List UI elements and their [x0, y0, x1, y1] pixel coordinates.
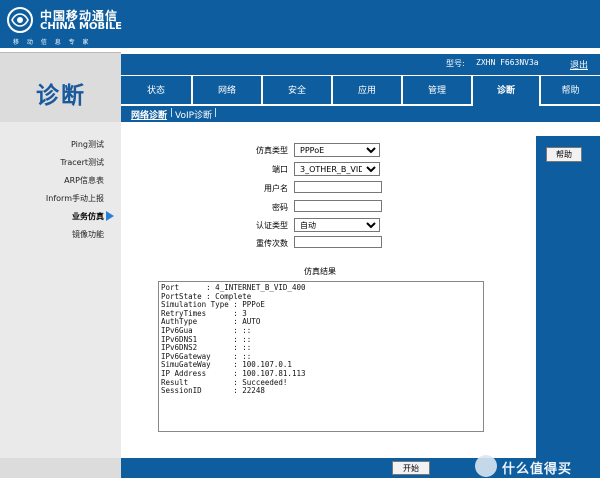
- tab-help[interactable]: 帮助: [541, 76, 600, 104]
- simulation-type-select[interactable]: PPPoE: [294, 143, 380, 157]
- port-label: 端口: [272, 165, 288, 174]
- sidebar-item-mirror[interactable]: 镜像功能: [0, 229, 121, 240]
- model-value: ZXHN F663NV3a: [476, 58, 539, 67]
- username-input[interactable]: [294, 181, 382, 193]
- active-arrow-icon: [106, 211, 114, 221]
- password-input[interactable]: [294, 200, 382, 212]
- bottom-left-bar: [0, 458, 121, 478]
- retry-label: 重传次数: [256, 239, 288, 248]
- subtab-network-diagnosis[interactable]: 网络诊断: [131, 108, 167, 121]
- brand-slogan: 移 动 信 息 专 家: [13, 39, 92, 46]
- retry-count-input[interactable]: [294, 236, 382, 248]
- tab-diagnosis[interactable]: 诊断: [473, 76, 539, 106]
- page-title: 诊断: [36, 83, 86, 109]
- sidebar-item-arp[interactable]: ARP信息表: [0, 175, 121, 186]
- auth-type-select[interactable]: 自动: [294, 218, 380, 232]
- port-select[interactable]: 3_OTHER_B_VID_43: [294, 162, 380, 176]
- subtab-separator: |: [214, 108, 218, 118]
- watermark-logo-icon: [475, 455, 497, 477]
- model-label: 型号:: [446, 59, 465, 68]
- left-sidebar: Ping测试 Tracert测试 ARP信息表 Inform手动上报 业务仿真 …: [0, 122, 121, 458]
- main-tab-bar: 状态 网络 安全 应用 管理 诊断 帮助: [121, 76, 600, 106]
- username-label: 用户名: [264, 184, 288, 193]
- china-mobile-logo-icon: [7, 7, 33, 33]
- result-label: 仿真结果: [304, 267, 336, 276]
- subtab-separator: |: [170, 108, 174, 118]
- password-label: 密码: [272, 203, 288, 212]
- auth-type-label: 认证类型: [256, 221, 288, 230]
- brand-name-english: CHINA MOBILE: [40, 21, 123, 32]
- logout-link[interactable]: 退出: [570, 58, 588, 71]
- type-label: 仿真类型: [256, 146, 288, 155]
- tab-application[interactable]: 应用: [333, 76, 401, 104]
- result-textarea[interactable]: Port : 4_INTERNET_B_VID_400 PortState : …: [158, 281, 484, 432]
- tab-network[interactable]: 网络: [193, 76, 261, 104]
- sidebar-item-inform[interactable]: Inform手动上报: [0, 193, 121, 204]
- sidebar-item-ping[interactable]: Ping测试: [0, 139, 121, 150]
- start-button[interactable]: 开始: [392, 461, 430, 475]
- sidebar-item-tracert[interactable]: Tracert测试: [0, 157, 121, 168]
- right-help-panel: [536, 136, 600, 458]
- tab-status[interactable]: 状态: [121, 76, 191, 104]
- tab-security[interactable]: 安全: [263, 76, 331, 104]
- sidebar-item-service-simulation[interactable]: 业务仿真: [0, 211, 121, 222]
- subtab-voip-diagnosis[interactable]: VoIP诊断: [175, 108, 212, 121]
- watermark-text: 什么值得买: [502, 462, 573, 477]
- tab-management[interactable]: 管理: [403, 76, 471, 104]
- help-button[interactable]: 帮助: [546, 147, 582, 162]
